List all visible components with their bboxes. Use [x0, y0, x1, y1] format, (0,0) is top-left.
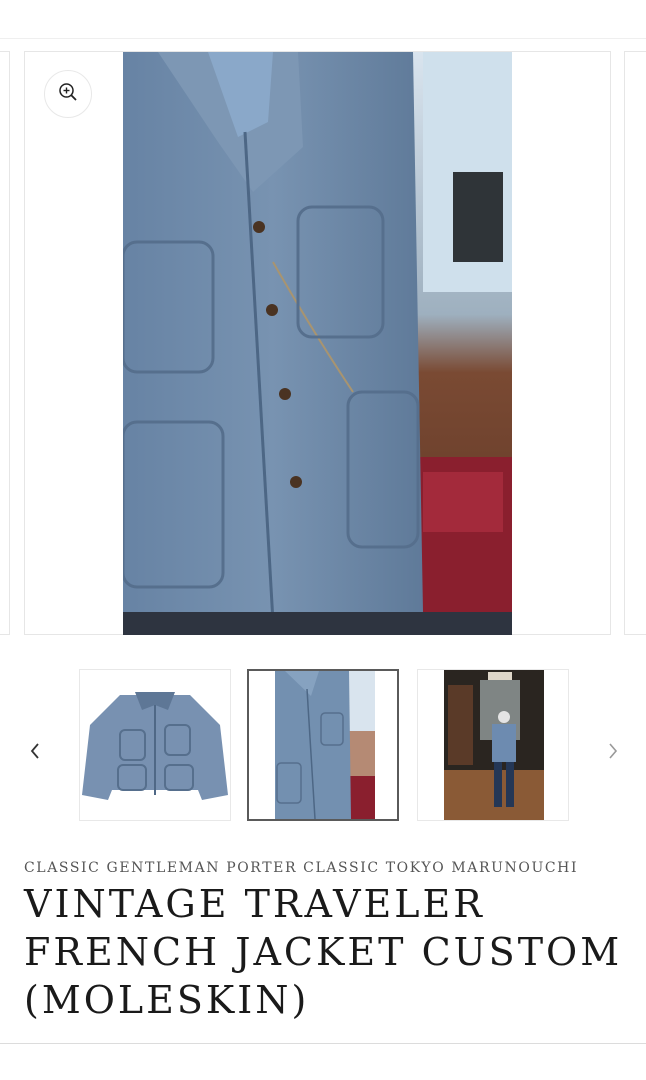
zoom-button[interactable]: [44, 70, 92, 118]
section-divider: [0, 1043, 646, 1044]
product-title: VINTAGE TRAVELER FRENCH JACKET CUSTOM (M…: [24, 880, 624, 1024]
slider-prev-button[interactable]: [20, 738, 50, 768]
slider-next-button[interactable]: [598, 738, 628, 768]
product-title-line-1: VINTAGE TRAVELER: [24, 882, 485, 926]
thumbnail-1[interactable]: [79, 669, 231, 821]
chevron-left-icon: [29, 742, 41, 764]
product-main-image[interactable]: [123, 52, 512, 635]
next-slide-peek[interactable]: [624, 51, 646, 635]
thumbnail-2[interactable]: [247, 669, 399, 821]
product-title-line-2: FRENCH JACKET CUSTOM: [24, 930, 623, 974]
product-title-line-3: (MOLESKIN): [24, 978, 310, 1022]
thumbnail-3[interactable]: [417, 669, 569, 821]
zoom-in-icon: [58, 82, 78, 107]
previous-slide-peek[interactable]: [0, 51, 10, 635]
product-vendor: CLASSIC GENTLEMAN PORTER CLASSIC TOKYO M…: [24, 860, 579, 876]
chevron-right-icon: [607, 742, 619, 764]
header-divider: [0, 38, 646, 39]
